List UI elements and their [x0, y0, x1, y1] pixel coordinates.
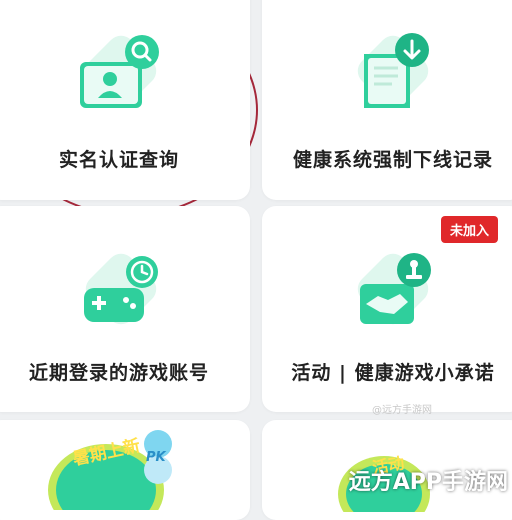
- pk-label: PK: [146, 450, 166, 465]
- document-download-icon: [342, 24, 442, 118]
- summer-new-card[interactable]: 暑期上新 PK: [0, 420, 250, 520]
- activity-label: 活动 | 健康游戏小承诺: [291, 362, 495, 384]
- login-accounts-card[interactable]: 近期登录的游戏账号: [0, 206, 250, 412]
- gamepad-clock-icon: [70, 242, 170, 336]
- realname-query-label: 实名认证查询: [58, 149, 179, 171]
- realname-query-card[interactable]: 实名认证查询: [0, 0, 250, 200]
- login-accounts-label: 近期登录的游戏账号: [28, 362, 209, 384]
- not-joined-badge: 未加入: [440, 216, 498, 243]
- handshake-stamp-icon: [342, 242, 442, 336]
- offline-record-card[interactable]: 健康系统强制下线记录: [262, 0, 512, 200]
- offline-record-label: 健康系统强制下线记录: [292, 149, 493, 171]
- site-watermark: 远方APP手游网: [348, 470, 508, 495]
- faint-credit: @远方手游网: [372, 405, 432, 416]
- id-card-search-icon: [70, 24, 170, 118]
